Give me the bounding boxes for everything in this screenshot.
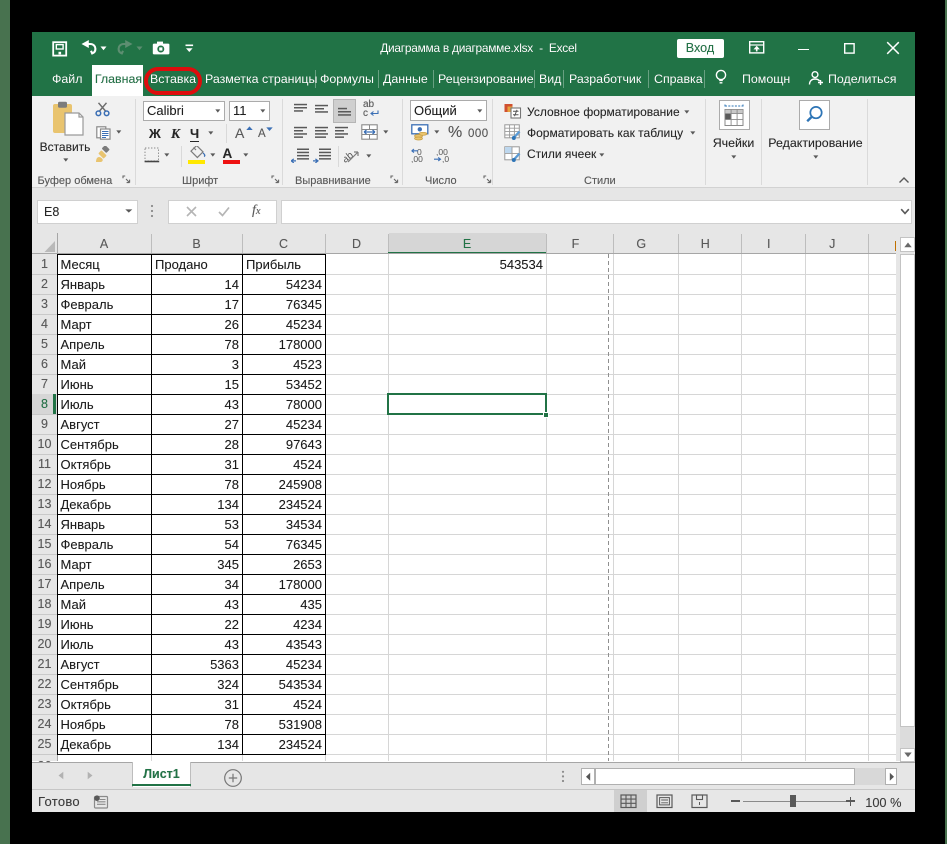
svg-text:,00: ,00	[411, 154, 423, 163]
svg-text:,0: ,0	[442, 154, 449, 163]
